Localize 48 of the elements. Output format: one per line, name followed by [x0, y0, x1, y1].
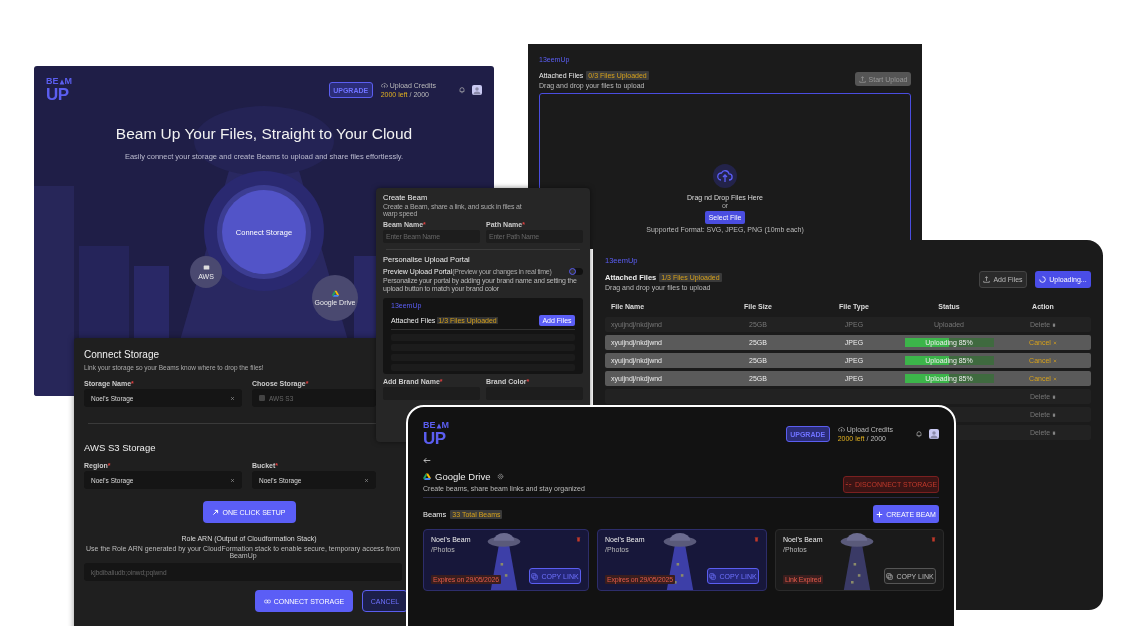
trash-icon[interactable] [576, 536, 581, 542]
bell-icon[interactable] [458, 86, 466, 94]
trash-icon[interactable] [754, 536, 759, 542]
cloud-upload-icon [837, 426, 845, 433]
drive-icon [423, 473, 431, 480]
upload-icon [858, 75, 866, 83]
upload-icon [983, 276, 991, 283]
logo-text: BE [46, 77, 59, 86]
avatar[interactable] [472, 85, 482, 95]
trash-icon [1052, 412, 1057, 417]
arrow-icon [212, 508, 220, 516]
trash-icon[interactable] [931, 536, 936, 542]
clear-icon[interactable] [364, 477, 369, 483]
logo-text: M [441, 421, 449, 430]
copy-icon [709, 572, 717, 580]
clear-icon[interactable] [230, 395, 235, 401]
triangle-icon [58, 78, 65, 85]
avatar[interactable] [929, 429, 939, 439]
close-icon [1052, 376, 1057, 381]
close-icon [1052, 358, 1057, 363]
clear-icon[interactable] [230, 477, 235, 483]
copy-icon [531, 572, 539, 580]
trash-icon [1052, 322, 1057, 327]
spinner-icon [1039, 276, 1047, 283]
hero-title: Beam Up Your Files, Straight to Your Cloud [114, 125, 414, 143]
plus-icon [876, 510, 884, 518]
logo-text: BE [423, 421, 436, 430]
logo-text: UP [423, 430, 447, 447]
page-title: Google Drive [435, 471, 491, 482]
copy-icon [886, 572, 894, 580]
trash-icon [1052, 430, 1057, 435]
cloud-upload-icon [380, 82, 388, 89]
section-title: AWS S3 Storage [84, 442, 157, 453]
close-icon [1052, 340, 1057, 345]
logo-text: M [64, 77, 72, 86]
logo-text: UP [46, 86, 70, 103]
settings-icon[interactable] [497, 473, 505, 480]
storage-icon [259, 395, 265, 401]
preview-toggle[interactable] [569, 268, 583, 275]
bell-icon[interactable] [915, 430, 923, 438]
drive-icon [331, 290, 339, 297]
trash-icon [1052, 394, 1057, 399]
back-arrow-icon[interactable] [423, 457, 431, 464]
triangle-icon [435, 422, 442, 429]
link-icon [263, 597, 271, 605]
cloud-upload-icon [713, 164, 737, 188]
dialog-title: Connect Storage [84, 349, 161, 360]
server-icon [202, 264, 210, 271]
